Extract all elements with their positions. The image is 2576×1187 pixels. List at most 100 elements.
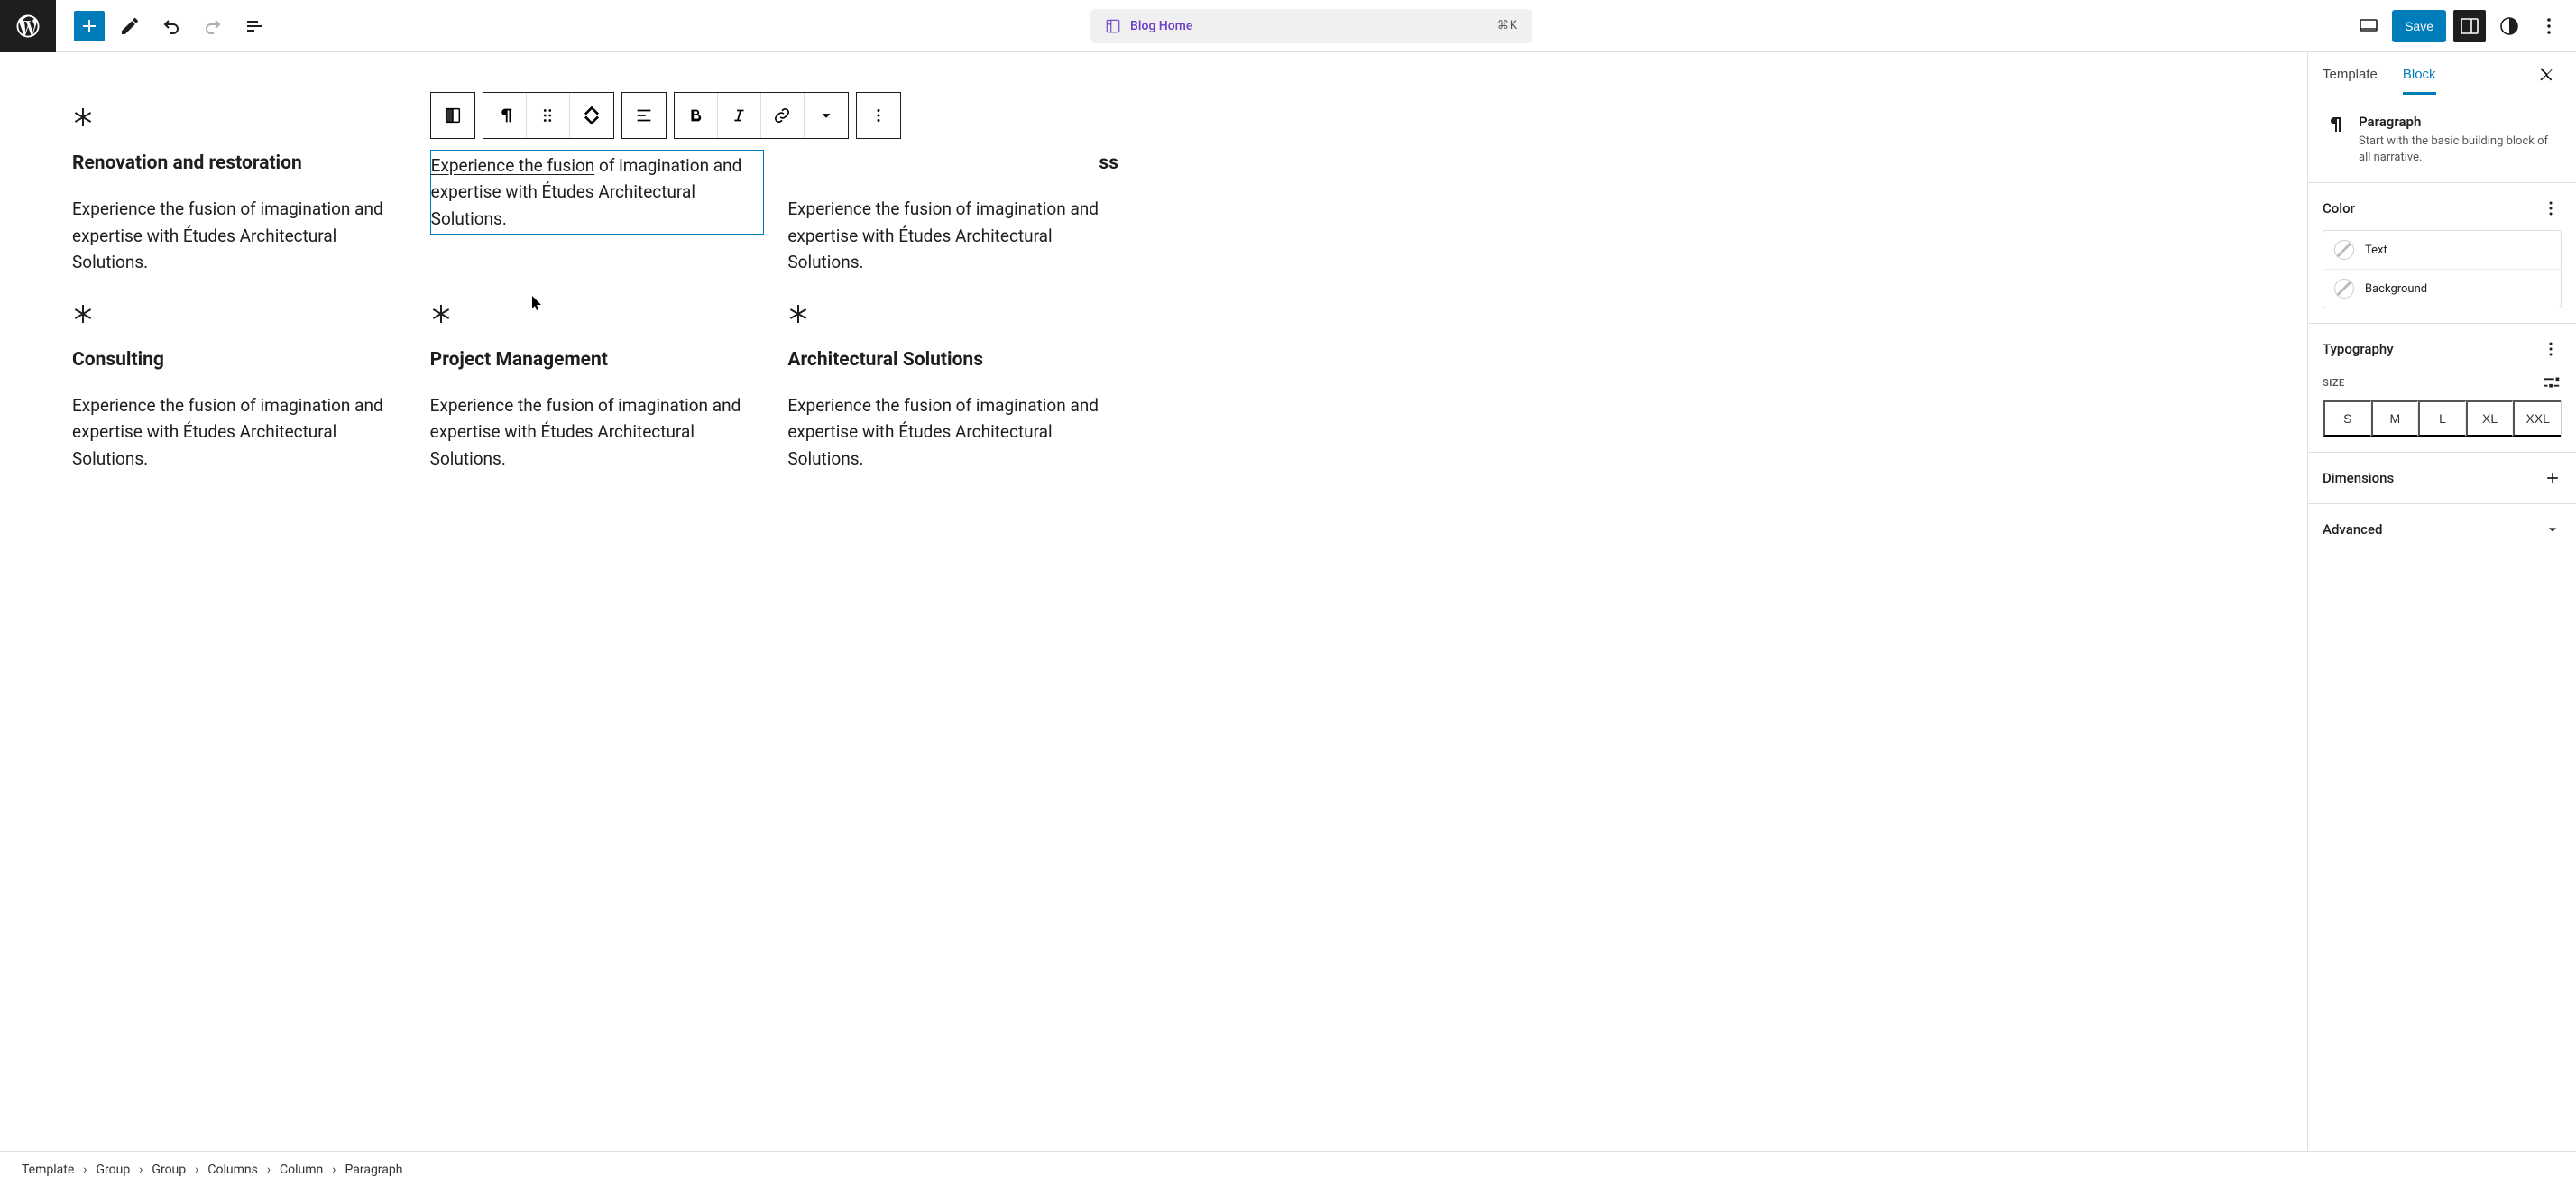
- column-cell[interactable]: Renovation and restoration Experience th…: [72, 106, 403, 276]
- options-button[interactable]: [2533, 10, 2565, 42]
- linked-text[interactable]: Experience the fusion: [431, 155, 595, 176]
- cell-heading[interactable]: Project Management: [430, 348, 761, 373]
- size-option-xl[interactable]: XL: [2466, 400, 2514, 437]
- topbar-left-tools: [56, 10, 271, 42]
- block-type-button[interactable]: [483, 93, 527, 138]
- more-vertical-icon: [2540, 338, 2562, 360]
- panel-title: Color: [2323, 200, 2355, 216]
- cell-paragraph[interactable]: Experience the fusion of imagination and…: [430, 392, 761, 472]
- background-color-control[interactable]: Background: [2323, 269, 2561, 308]
- cell-paragraph[interactable]: Experience the fusion of imagination and…: [72, 196, 403, 275]
- more-rich-text-button[interactable]: [805, 93, 848, 138]
- column-icon: [443, 106, 463, 125]
- size-option-xxl[interactable]: XXL: [2513, 400, 2561, 437]
- block-toolbar: [430, 92, 901, 139]
- align-button[interactable]: [622, 93, 666, 138]
- columns-block: Renovation and restoration Experience th…: [72, 106, 1118, 472]
- command-shortcut: ⌘K: [1497, 19, 1518, 32]
- breadcrumb-item[interactable]: Paragraph: [345, 1163, 402, 1177]
- paragraph-icon: [494, 106, 514, 125]
- chevron-down-icon: [816, 106, 836, 125]
- wordpress-logo[interactable]: [0, 0, 56, 52]
- color-panel: Color Text Background: [2308, 183, 2576, 324]
- font-size-picker: S M L XL XXL: [2323, 400, 2562, 437]
- swatch-icon: [2334, 240, 2354, 260]
- advanced-panel-toggle[interactable]: Advanced: [2308, 504, 2576, 555]
- cell-heading[interactable]: Consulting: [72, 348, 403, 373]
- breadcrumb-item[interactable]: Group: [96, 1163, 130, 1177]
- column-cell[interactable]: Continuous Support Experience the fusion…: [430, 106, 761, 276]
- tools-button[interactable]: [114, 10, 146, 42]
- block-name: Paragraph: [2359, 114, 2562, 130]
- dimensions-panel-toggle[interactable]: Dimensions: [2308, 453, 2576, 504]
- cell-paragraph[interactable]: Experience the fusion of imagination and…: [72, 392, 403, 472]
- italic-button[interactable]: [718, 93, 761, 138]
- link-icon: [772, 106, 792, 125]
- link-button[interactable]: [761, 93, 805, 138]
- undo-button[interactable]: [155, 10, 188, 42]
- breadcrumb-item[interactable]: Columns: [207, 1163, 257, 1177]
- sidebar-icon: [2459, 15, 2480, 37]
- drag-handle-button[interactable]: [527, 93, 570, 138]
- desktop-icon: [2358, 15, 2379, 37]
- cell-heading[interactable]: Architectural Solutions: [787, 348, 1118, 373]
- cell-paragraph[interactable]: Experience the fusion of imagination and…: [787, 196, 1118, 275]
- column-cell[interactable]: Architectural Solutions Experience the f…: [787, 303, 1118, 473]
- save-button[interactable]: Save: [2392, 10, 2446, 42]
- swatch-icon: [2334, 279, 2354, 299]
- column-cell[interactable]: Project Management Experience the fusion…: [430, 303, 761, 473]
- breadcrumb-item[interactable]: Column: [280, 1163, 323, 1177]
- half-circle-icon: [2498, 15, 2520, 37]
- cell-heading[interactable]: App Access: [787, 152, 1118, 176]
- editor-shell: Renovation and restoration Experience th…: [0, 52, 2576, 1151]
- panel-title: Dimensions: [2323, 470, 2394, 486]
- settings-sidebar-toggle[interactable]: [2453, 10, 2486, 42]
- asterisk-icon: [72, 106, 403, 132]
- pencil-icon: [119, 15, 141, 37]
- selected-block-wrap: Continuous Support Experience the fusion…: [430, 152, 761, 233]
- block-description: Start with the basic building block of a…: [2359, 133, 2562, 166]
- editor-top-bar: Blog Home ⌘K Save: [0, 0, 2576, 52]
- topbar-center: Blog Home ⌘K: [271, 9, 2352, 43]
- undo-icon: [161, 15, 182, 37]
- document-title-bar[interactable]: Blog Home ⌘K: [1090, 9, 1532, 43]
- paragraph-icon: [2323, 114, 2344, 166]
- bold-button[interactable]: [675, 93, 718, 138]
- styles-button[interactable]: [2493, 10, 2525, 42]
- tab-template[interactable]: Template: [2323, 54, 2378, 95]
- italic-icon: [729, 106, 749, 125]
- move-up-down-button[interactable]: [570, 93, 613, 138]
- close-sidebar-button[interactable]: [2533, 60, 2562, 89]
- cell-paragraph[interactable]: Experience the fusion of imagination and…: [787, 392, 1118, 472]
- select-parent-button[interactable]: [431, 93, 474, 138]
- tab-block[interactable]: Block: [2403, 54, 2436, 95]
- editor-canvas[interactable]: Renovation and restoration Experience th…: [0, 52, 2307, 1151]
- custom-size-toggle[interactable]: [2542, 373, 2562, 392]
- list-view-icon: [244, 15, 265, 37]
- block-breadcrumb: Template› Group› Group› Columns› Column›…: [0, 1151, 2576, 1187]
- typography-panel: Typography SIZE S M L XL XXL: [2308, 324, 2576, 453]
- view-button[interactable]: [2352, 10, 2385, 42]
- cell-heading[interactable]: Renovation and restoration: [72, 152, 403, 176]
- inspector-tabs: Template Block: [2308, 52, 2576, 97]
- block-card: Paragraph Start with the basic building …: [2308, 97, 2576, 183]
- settings-sidebar: Template Block Paragraph Start with the …: [2307, 52, 2576, 1151]
- sliders-icon: [2542, 372, 2562, 393]
- more-vertical-icon: [2540, 198, 2562, 219]
- typography-options-button[interactable]: [2540, 338, 2562, 360]
- size-option-l[interactable]: L: [2418, 400, 2466, 437]
- text-color-control[interactable]: Text: [2323, 231, 2561, 269]
- color-options-button[interactable]: [2540, 198, 2562, 219]
- block-options-button[interactable]: [857, 93, 900, 138]
- selected-paragraph[interactable]: Experience the fusion of imagination and…: [430, 150, 765, 235]
- size-option-m[interactable]: M: [2371, 400, 2419, 437]
- inserter-toggle-button[interactable]: [74, 11, 105, 41]
- breadcrumb-item[interactable]: Template: [22, 1163, 74, 1177]
- background-color-label: Background: [2365, 282, 2427, 296]
- document-overview-button[interactable]: [238, 10, 271, 42]
- close-icon: [2538, 66, 2556, 84]
- column-cell[interactable]: Consulting Experience the fusion of imag…: [72, 303, 403, 473]
- breadcrumb-item[interactable]: Group: [152, 1163, 186, 1177]
- size-option-s[interactable]: S: [2323, 400, 2371, 437]
- redo-button[interactable]: [197, 10, 229, 42]
